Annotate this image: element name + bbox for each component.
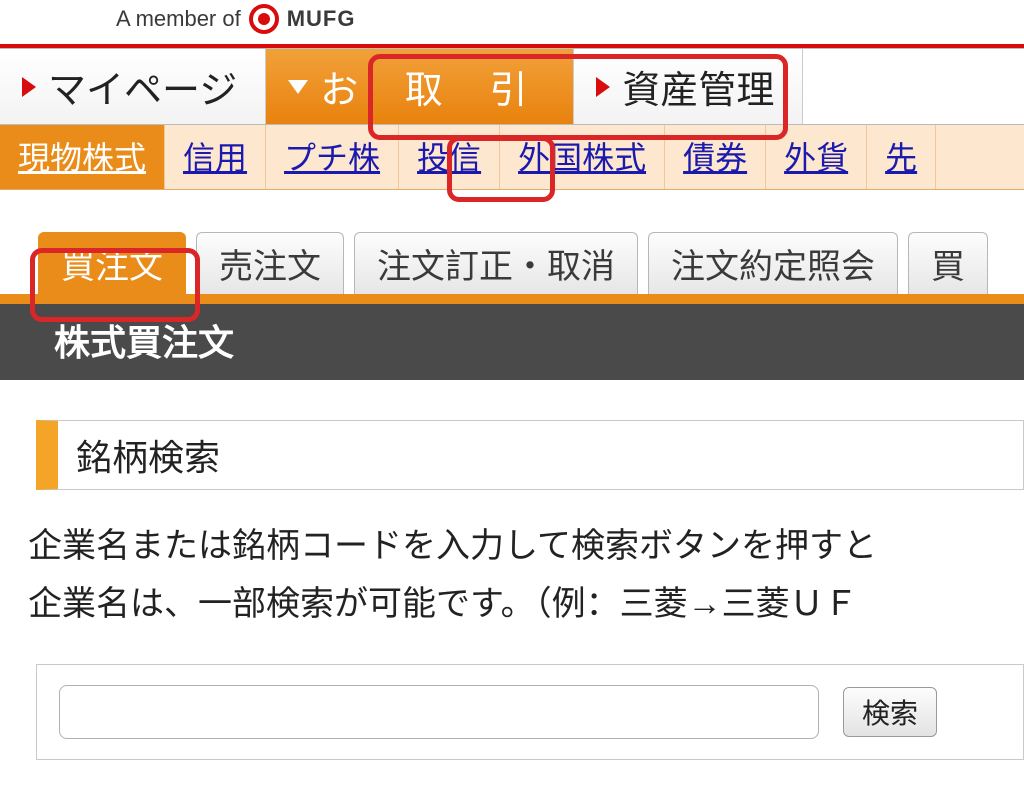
secnav-gaikoku[interactable]: 外国株式: [500, 125, 665, 189]
tab-row: 買注文 売注文 注文訂正・取消 注文約定照会 買: [0, 232, 1024, 294]
tab-underline: [0, 294, 1024, 304]
secnav-saiken[interactable]: 債券: [665, 125, 766, 189]
mufg-brand-text: MUFG: [287, 6, 356, 32]
search-panel: 検索: [36, 664, 1024, 760]
tab-execution-inquiry[interactable]: 注文約定照会: [648, 232, 898, 294]
instructions-line2: 企業名は、一部検索が可能です。（例：三菱→三菱ＵＦ: [28, 576, 1024, 634]
nav-trading[interactable]: お 取 引: [266, 49, 574, 124]
nav-assets[interactable]: 資産管理: [574, 49, 803, 124]
triangle-right-icon: [22, 77, 36, 97]
member-of-line: A member of MUFG: [0, 0, 1024, 44]
tab-modify-cancel[interactable]: 注文訂正・取消: [354, 232, 638, 294]
secnav-extra[interactable]: 先: [867, 125, 936, 189]
primary-nav: マイページ お 取 引 資産管理: [0, 48, 1024, 125]
nav-mypage[interactable]: マイページ: [0, 49, 266, 124]
nav-mypage-label: マイページ: [48, 59, 237, 114]
search-button[interactable]: 検索: [843, 687, 937, 737]
secnav-gaika[interactable]: 外貨: [766, 125, 867, 189]
tab-buy-order[interactable]: 買注文: [38, 232, 186, 294]
tab-row-wrap: 買注文 売注文 注文訂正・取消 注文約定照会 買: [0, 190, 1024, 304]
triangle-down-icon: [288, 80, 308, 94]
instructions: 企業名または銘柄コードを入力して検索ボタンを押すと 企業名は、一部検索が可能です…: [0, 490, 1024, 634]
mufg-logo-icon: [249, 4, 279, 34]
secondary-nav: 現物株式 信用 プチ株 投信 外国株式 債券 外貨 先: [0, 125, 1024, 190]
secnav-toshin[interactable]: 投信: [399, 125, 500, 189]
secnav-shinyo[interactable]: 信用: [165, 125, 266, 189]
section-header-search: 銘柄検索: [36, 420, 1024, 490]
instructions-line1: 企業名または銘柄コードを入力して検索ボタンを押すと: [28, 518, 1024, 576]
nav-assets-label: 資産管理: [622, 59, 774, 114]
triangle-right-icon: [596, 77, 610, 97]
nav-trading-label: お 取 引: [320, 59, 545, 114]
member-of-text: A member of: [116, 6, 241, 32]
secnav-puchikabu[interactable]: プチ株: [266, 125, 399, 189]
page-title: 株式買注文: [0, 304, 1024, 380]
tab-sell-order[interactable]: 売注文: [196, 232, 344, 294]
tab-extra[interactable]: 買: [908, 232, 988, 294]
secnav-genbutsu[interactable]: 現物株式: [0, 125, 165, 189]
search-input[interactable]: [59, 685, 819, 739]
